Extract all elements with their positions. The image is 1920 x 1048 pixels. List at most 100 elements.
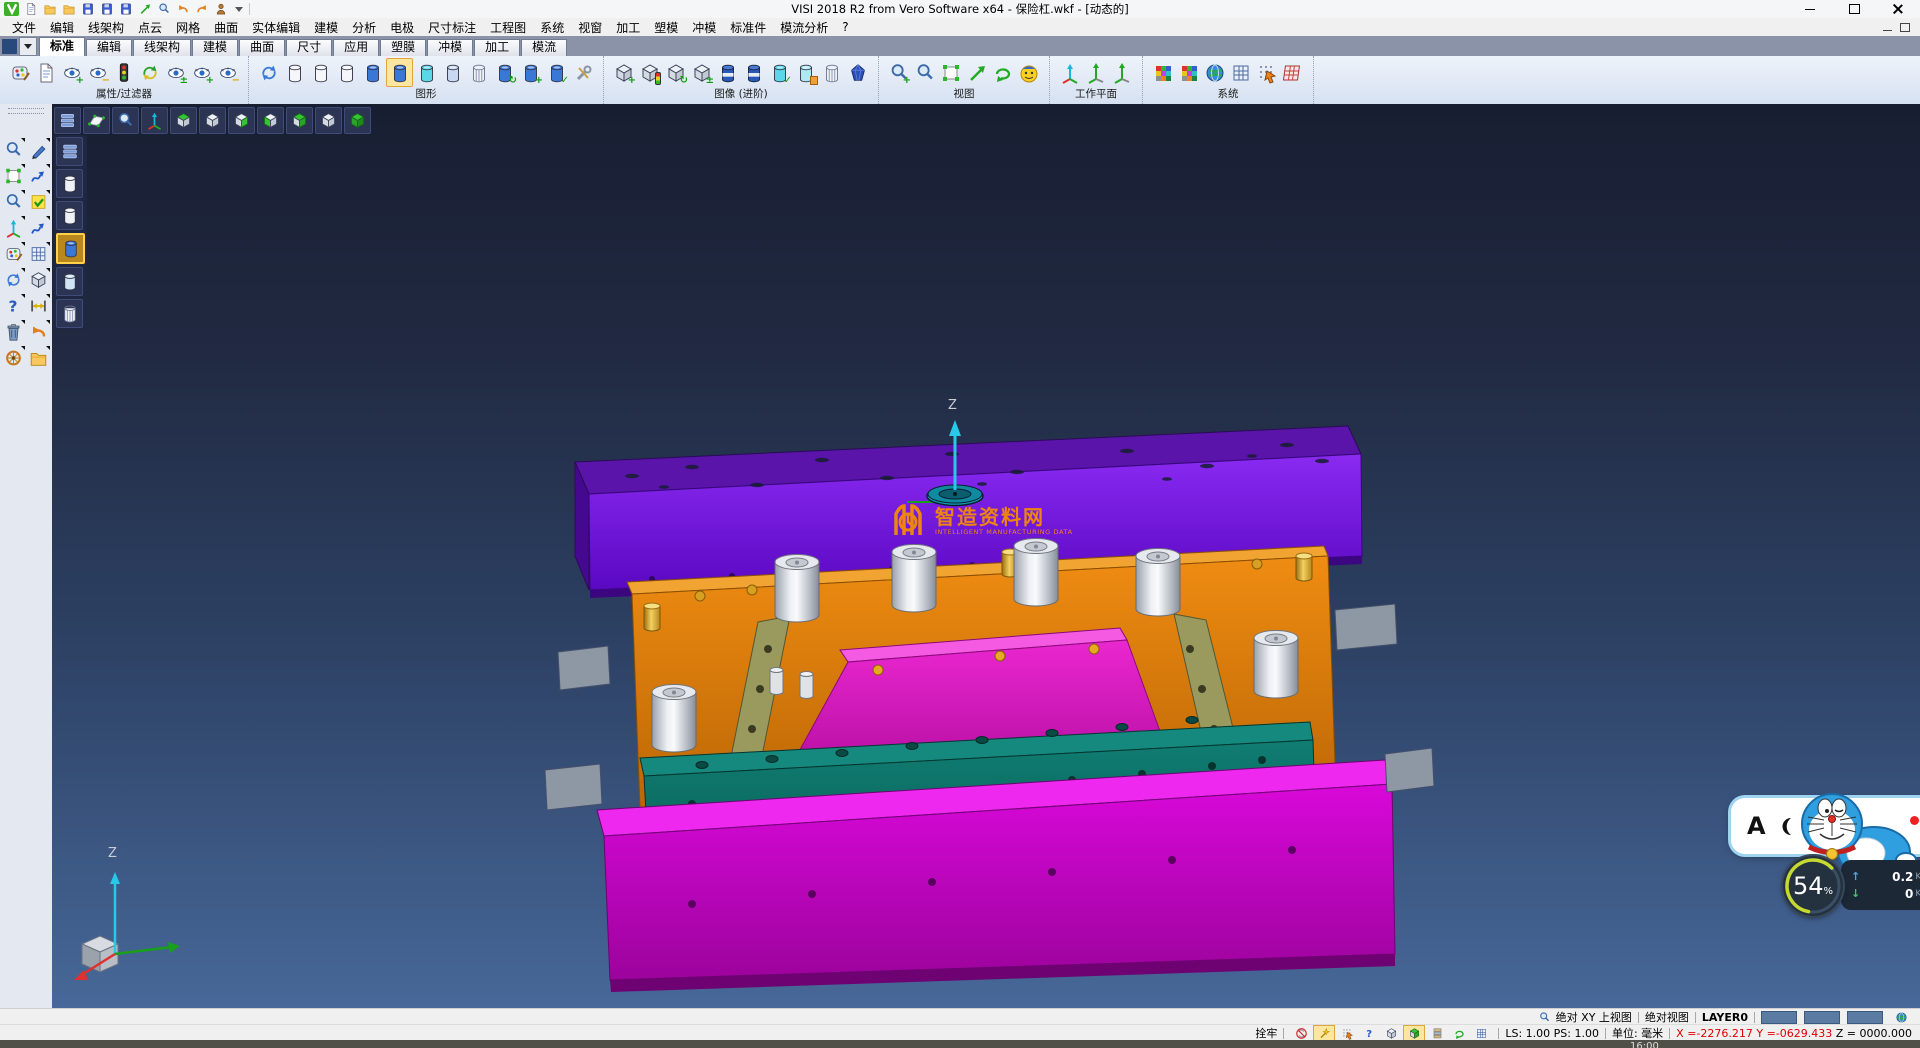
view-shaded-cube-icon[interactable] [344, 107, 371, 134]
body-traffic-light-icon[interactable] [637, 59, 662, 86]
layer-color-swatch[interactable] [1761, 1011, 1797, 1024]
zoom-options-icon[interactable] [1, 190, 25, 214]
cylinder-half-icon[interactable] [440, 59, 465, 86]
net-speed-panel[interactable]: 0.2K/s 0K/s [1841, 860, 1920, 910]
view-top-icon[interactable] [170, 107, 197, 134]
sketch-pen-icon[interactable] [26, 164, 50, 188]
display-wire-1-icon[interactable] [56, 169, 83, 198]
magic-wand-icon[interactable] [1313, 1025, 1335, 1041]
cylinder-outline-icon[interactable] [334, 59, 359, 86]
cylinder-striped-2-icon[interactable] [741, 59, 766, 86]
mdi-restore-icon[interactable] [1900, 23, 1910, 32]
menu-machining[interactable]: 加工 [609, 18, 647, 37]
tab-progress[interactable]: 冲模 [427, 39, 473, 56]
menu-file[interactable]: 文件 [5, 18, 43, 37]
menu-standard-parts[interactable]: 标准件 [723, 18, 773, 37]
tab-flow[interactable]: 模流 [521, 39, 567, 56]
maximize-button[interactable] [1832, 0, 1876, 18]
page-eye-icon[interactable] [33, 59, 58, 86]
tab-modeling[interactable]: 建模 [192, 39, 238, 56]
view-right-icon[interactable] [228, 107, 255, 134]
zoom-tools-icon[interactable] [1, 138, 25, 162]
rotate-lock-icon[interactable] [1291, 1026, 1311, 1040]
view-reference-status[interactable]: 绝对视图 [1645, 1009, 1689, 1025]
menu-window[interactable]: 视窗 [571, 18, 609, 37]
curve-tools-icon[interactable] [26, 216, 50, 240]
grid-toggle-icon[interactable] [1471, 1026, 1491, 1040]
cylinder-check-icon[interactable] [767, 59, 792, 86]
attributes-palette-icon[interactable] [1, 242, 25, 266]
validate-check-icon[interactable] [26, 190, 50, 214]
regen-icon[interactable] [256, 59, 281, 86]
redo-icon[interactable] [193, 1, 210, 17]
cylinder-export-icon[interactable] [544, 59, 569, 86]
menu-progress[interactable]: 冲模 [685, 18, 723, 37]
body-add-icon[interactable] [611, 59, 636, 86]
view-rotate-icon[interactable] [990, 59, 1015, 86]
open-file-icon[interactable] [41, 1, 58, 17]
body-refresh-icon[interactable] [663, 59, 688, 86]
zoom-window-icon[interactable] [912, 59, 937, 86]
user-session-icon[interactable] [212, 1, 229, 17]
display-menu-icon[interactable] [56, 137, 83, 166]
cylinder-solid-selected-icon[interactable] [386, 58, 413, 87]
menu-drawing[interactable]: 工程图 [483, 18, 533, 37]
cylinder-transparent-icon[interactable] [414, 59, 439, 86]
view-axis-icon[interactable] [141, 107, 168, 134]
undo-icon[interactable] [174, 1, 191, 17]
tab-standard[interactable]: 标准 [39, 37, 85, 56]
minimize-button[interactable] [1788, 0, 1832, 18]
system-settings-icon[interactable] [1202, 59, 1227, 86]
ime-language-letter[interactable]: A [1747, 812, 1766, 840]
save-icon[interactable] [79, 1, 96, 17]
view-plane-icon[interactable] [83, 107, 110, 134]
view-mode-status[interactable]: 绝对 XY 上视图 [1556, 1009, 1632, 1025]
tab-bar-dropdown[interactable] [19, 37, 37, 56]
cylinder-wireframe-icon[interactable] [466, 59, 491, 86]
globe-icon[interactable] [1891, 1010, 1911, 1024]
tab-wireframe[interactable]: 线架构 [133, 39, 191, 56]
layer-color-swatch[interactable] [1804, 1011, 1840, 1024]
menu-mould[interactable]: 塑模 [647, 18, 685, 37]
menu-modeling[interactable]: 建模 [307, 18, 345, 37]
menu-flow-analysis[interactable]: 模流分析 [773, 18, 835, 37]
hide-minus-icon[interactable] [85, 59, 110, 86]
tab-surface[interactable]: 曲面 [239, 39, 285, 56]
menu-mesh[interactable]: 网格 [169, 18, 207, 37]
view-iso-icon[interactable] [315, 107, 342, 134]
cylinder-page-icon[interactable] [793, 59, 818, 86]
navigation-wheel-icon[interactable] [1, 346, 25, 370]
cylinder-solid-icon[interactable] [360, 59, 385, 86]
color-palette-icon[interactable] [1150, 59, 1175, 86]
view-previous-arrow-icon[interactable] [964, 59, 989, 86]
hide-all-icon[interactable] [215, 59, 240, 86]
delete-trash-icon[interactable] [1, 320, 25, 344]
solid-shaded-icon[interactable] [845, 59, 870, 86]
cylinder-outline-icon[interactable] [308, 59, 333, 86]
menu-system[interactable]: 系统 [533, 18, 571, 37]
cylinder-wire-advanced-icon[interactable] [819, 59, 844, 86]
view-menu-icon[interactable] [54, 107, 81, 134]
cylinder-recycle-icon[interactable] [492, 59, 517, 86]
layer-color-swatch[interactable] [1847, 1011, 1883, 1024]
tab-machining[interactable]: 加工 [474, 39, 520, 56]
close-button[interactable] [1876, 0, 1920, 18]
file-page-icon[interactable] [26, 346, 50, 370]
export-up-icon[interactable] [136, 1, 153, 17]
selection-frame-icon[interactable] [1, 164, 25, 188]
open-part-icon[interactable] [60, 1, 77, 17]
view-iso-wire-icon[interactable] [199, 107, 226, 134]
net-speed-gauge[interactable]: 54 % [1783, 856, 1843, 916]
workplane-move-icon[interactable] [1109, 59, 1134, 86]
wcs-axis-icon[interactable] [1, 216, 25, 240]
edit-pen-icon[interactable] [26, 138, 50, 162]
cylinder-copy-icon[interactable] [518, 59, 543, 86]
workplane-axis-icon[interactable] [1057, 59, 1082, 86]
new-file-icon[interactable] [22, 1, 39, 17]
save-as-icon[interactable] [98, 1, 115, 17]
viewport-canvas[interactable]: Z Z 智造资料网 INTELLIGENT MANUFACTURING DATA… [52, 104, 1920, 1008]
workplane-align-icon[interactable] [1083, 59, 1108, 86]
color-settings-icon[interactable] [1176, 59, 1201, 86]
tab-application[interactable]: 应用 [333, 39, 379, 56]
mdi-minimize-icon[interactable] [1883, 30, 1892, 31]
